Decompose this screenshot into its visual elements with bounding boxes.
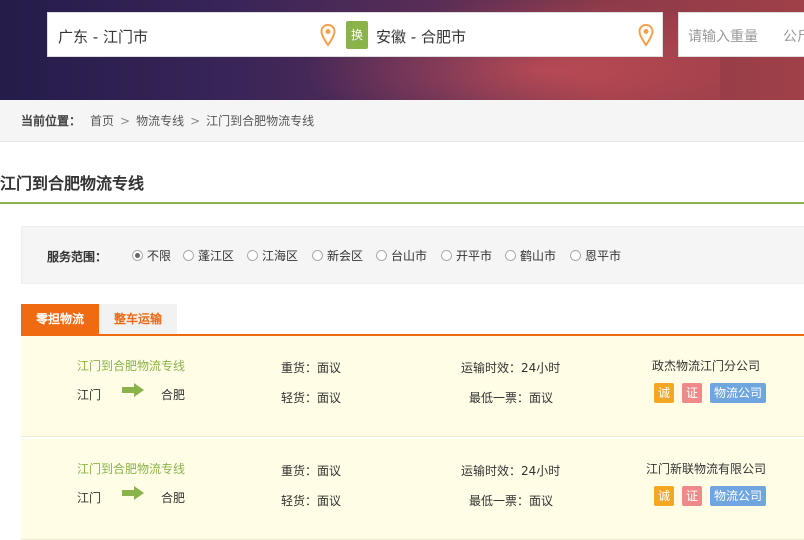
radio-icon[interactable] — [570, 250, 581, 261]
header-banner: 广东 - 江门市 换 安徽 - 合肥市 请输入重量 公斤 — [0, 0, 804, 100]
swap-label: 换 — [350, 28, 363, 42]
minimum-charge: 最低一票：面议 — [469, 494, 554, 508]
service-area-filter: 服务范围： 不限 蓬江区 江海区 新会区 台山市 开平市 鹤山市 恩平市 — [21, 226, 804, 284]
filter-option-xinhui[interactable]: 新会区 — [312, 247, 363, 264]
light-goods-price: 轻货：面议 — [281, 391, 342, 405]
to-location-input[interactable]: 安徽 - 合肥市 — [376, 26, 466, 47]
page-title: 江门到合肥物流专线 — [0, 174, 145, 193]
tab-less-than-truckload[interactable]: 零担物流 — [21, 304, 99, 335]
transit-time: 运输时效：24小时 — [461, 361, 561, 375]
heavy-goods-price: 重货：面议 — [281, 361, 342, 375]
breadcrumb-home-link[interactable]: 首页 — [90, 114, 114, 128]
option-label: 不限 — [147, 249, 172, 263]
transit-time: 运输时效：24小时 — [461, 464, 561, 478]
origin-city: 江门 — [77, 491, 102, 505]
light-goods-price: 轻货：面议 — [281, 494, 342, 508]
radio-selected-icon[interactable] — [132, 250, 143, 261]
map-pin-icon[interactable] — [638, 24, 654, 46]
heavy-goods-price: 重货：面议 — [281, 464, 342, 478]
breadcrumb-separator: > — [120, 114, 131, 128]
filter-option-pengjiang[interactable]: 蓬江区 — [183, 247, 234, 264]
map-pin-icon[interactable] — [320, 24, 336, 46]
weight-input[interactable]: 请输入重量 公斤 — [678, 12, 804, 57]
breadcrumb-separator: > — [190, 114, 201, 128]
title-divider — [0, 202, 804, 204]
breadcrumb-label: 当前位置： — [21, 114, 82, 128]
filter-option-heshan[interactable]: 鹤山市 — [505, 247, 556, 264]
filter-option-all[interactable]: 不限 — [132, 247, 171, 264]
company-name-link[interactable]: 江门新联物流有限公司 — [631, 460, 781, 477]
certified-badge: 证 — [682, 486, 702, 506]
option-label: 蓬江区 — [198, 249, 235, 263]
route-link[interactable]: 江门到合肥物流专线 — [77, 460, 185, 477]
company-name-link[interactable]: 政杰物流江门分公司 — [631, 357, 781, 374]
weight-unit: 公斤 — [783, 29, 804, 45]
option-label: 新会区 — [327, 249, 364, 263]
destination-city: 合肥 — [161, 388, 186, 402]
destination-city: 合肥 — [161, 491, 186, 505]
option-label: 台山市 — [391, 249, 428, 263]
company-type-badge: 物流公司 — [710, 383, 766, 403]
listing-row[interactable]: 江门到合肥物流专线 江门 合肥 重货：面议 轻货：面议 运输时效：24小时 最低… — [21, 439, 804, 540]
option-label: 江海区 — [262, 249, 299, 263]
option-label: 开平市 — [456, 249, 493, 263]
radio-icon[interactable] — [183, 250, 194, 261]
arrow-right-icon — [122, 383, 144, 397]
filter-option-kaiping[interactable]: 开平市 — [441, 247, 492, 264]
tab-full-truckload[interactable]: 整车运输 — [99, 304, 177, 335]
swap-route-button[interactable]: 换 — [346, 21, 368, 49]
breadcrumb: 当前位置： 首页 > 物流专线 > 江门到合肥物流专线 — [0, 100, 804, 142]
radio-icon[interactable] — [441, 250, 452, 261]
integrity-badge: 诚 — [654, 383, 674, 403]
from-location-input[interactable]: 广东 - 江门市 — [58, 26, 148, 47]
radio-icon[interactable] — [376, 250, 387, 261]
filter-option-enping[interactable]: 恩平市 — [570, 247, 621, 264]
route-link[interactable]: 江门到合肥物流专线 — [77, 357, 185, 374]
company-type-badge: 物流公司 — [710, 486, 766, 506]
filter-label: 服务范围： — [47, 250, 108, 264]
integrity-badge: 诚 — [654, 486, 674, 506]
route-search-bar: 广东 - 江门市 换 安徽 - 合肥市 — [47, 12, 663, 57]
breadcrumb-current-link[interactable]: 江门到合肥物流专线 — [206, 114, 314, 128]
option-label: 恩平市 — [585, 249, 622, 263]
radio-icon[interactable] — [505, 250, 516, 261]
radio-icon[interactable] — [312, 250, 323, 261]
option-label: 鹤山市 — [520, 249, 557, 263]
filter-option-jianghai[interactable]: 江海区 — [247, 247, 298, 264]
origin-city: 江门 — [77, 388, 102, 402]
radio-icon[interactable] — [247, 250, 258, 261]
weight-placeholder: 请输入重量 — [688, 29, 758, 45]
breadcrumb-logistics-link[interactable]: 物流专线 — [136, 114, 184, 128]
filter-option-taishan[interactable]: 台山市 — [376, 247, 427, 264]
arrow-right-icon — [122, 486, 144, 500]
certified-badge: 证 — [682, 383, 702, 403]
minimum-charge: 最低一票：面议 — [469, 391, 554, 405]
listing-row[interactable]: 江门到合肥物流专线 江门 合肥 重货：面议 轻货：面议 运输时效：24小时 最低… — [21, 336, 804, 437]
